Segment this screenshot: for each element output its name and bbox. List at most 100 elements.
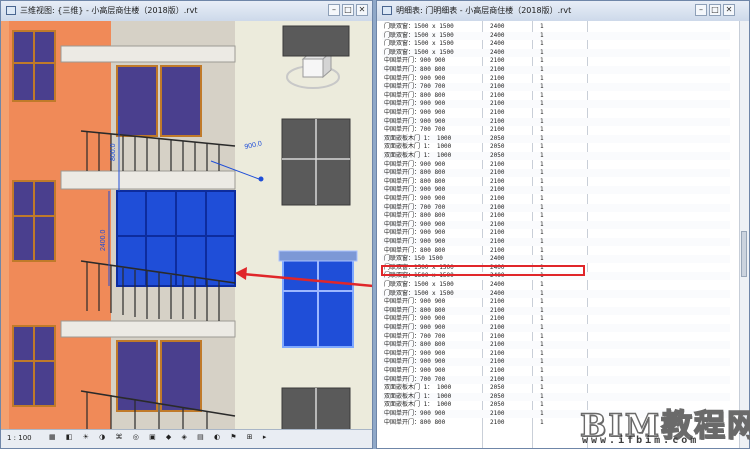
height-cell[interactable]: 2400 [490,49,504,57]
table-row[interactable]: 中国单开门：900 900 2100 1 [382,350,730,358]
height-cell[interactable]: 2100 [490,315,504,323]
height-cell[interactable]: 2050 [490,384,504,392]
table-row[interactable]: 中国单开门：700 700 2100 1 [382,126,730,134]
count-cell[interactable]: 1 [540,238,544,246]
height-cell[interactable]: 2400 [490,255,504,263]
count-cell[interactable]: 1 [540,358,544,366]
height-cell[interactable]: 2050 [490,393,504,401]
type-cell[interactable]: 门联双窗：1500 x 1500 [384,49,454,57]
count-cell[interactable]: 1 [540,169,544,177]
height-cell[interactable]: 2100 [490,247,504,255]
height-cell[interactable]: 2100 [490,92,504,100]
height-cell[interactable]: 2100 [490,376,504,384]
count-cell[interactable]: 1 [540,204,544,212]
schedule-window[interactable]: 明细表: 门明细表 - 小高层商住楼（2018版）.rvt – □ ✕ 门联双窗… [376,0,750,449]
scrollbar-thumb[interactable] [741,231,747,277]
height-cell[interactable]: 2050 [490,143,504,151]
count-cell[interactable]: 1 [540,384,544,392]
type-cell[interactable]: 中国单开门：900 900 [384,298,445,306]
count-cell[interactable]: 1 [540,255,544,263]
count-cell[interactable]: 1 [540,401,544,409]
table-row[interactable]: 门联双窗：1500 x 1500 2400 1 [382,40,730,48]
type-cell[interactable]: 中国单开门：700 700 [384,333,445,341]
table-row[interactable]: 中国单开门：900 900 2100 1 [382,298,730,306]
height-cell[interactable]: 2100 [490,410,504,418]
table-row[interactable]: 中国单开门：900 900 2100 1 [382,57,730,65]
height-cell[interactable]: 2100 [490,178,504,186]
height-cell[interactable]: 2100 [490,307,504,315]
table-row[interactable]: 中国单开门：900 900 2100 1 [382,229,730,237]
type-cell[interactable]: 中国单开门：900 900 [384,118,445,126]
table-row[interactable]: 中国单开门：700 700 2100 1 [382,333,730,341]
height-cell[interactable]: 2100 [490,161,504,169]
type-cell[interactable]: 门联双窗：150 1500 [384,255,443,263]
view-3d-titlebar[interactable]: 三维视图: {三维} - 小高层商住楼（2018版）.rvt – □ ✕ [1,1,372,22]
type-cell[interactable]: 中国单开门：700 700 [384,83,445,91]
count-cell[interactable]: 1 [540,57,544,65]
table-row[interactable]: 中国单开门：900 900 2100 1 [382,161,730,169]
type-cell[interactable]: 中国单开门：800 800 [384,66,445,74]
height-cell[interactable]: 2100 [490,341,504,349]
height-cell[interactable]: 2100 [490,204,504,212]
type-cell[interactable]: 中国单开门：900 900 [384,238,445,246]
table-row[interactable]: 中国单开门：800 800 2100 1 [382,169,730,178]
count-cell[interactable]: 1 [540,49,544,57]
table-row[interactable]: 中国单开门：900 900 2100 1 [382,100,730,109]
type-cell[interactable]: 门联双窗：1500 x 1500 [384,40,454,48]
count-cell[interactable]: 1 [540,333,544,341]
count-cell[interactable]: 1 [540,32,544,40]
height-cell[interactable]: 2050 [490,401,504,409]
count-cell[interactable]: 1 [540,281,544,289]
count-cell[interactable]: 1 [540,100,544,108]
count-cell[interactable]: 1 [540,92,544,100]
height-cell[interactable]: 2400 [490,281,504,289]
count-cell[interactable]: 1 [540,126,544,134]
table-row[interactable]: 门联双窗：150 1500 2400 1 [382,255,730,264]
height-cell[interactable]: 2100 [490,229,504,237]
type-cell[interactable]: 双面嵌板木门 1： 1000 [384,152,451,160]
height-cell[interactable]: 2400 [490,264,504,272]
count-cell[interactable]: 1 [540,350,544,358]
table-row[interactable]: 双面嵌板木门 1： 1000 2050 1 [382,384,730,392]
table-row[interactable]: 中国单开门：700 700 2100 1 [382,203,730,212]
height-cell[interactable]: 2100 [490,195,504,203]
height-cell[interactable]: 2100 [490,66,504,74]
type-cell[interactable]: 双面嵌板木门 1： 1000 [384,143,451,151]
height-cell[interactable]: 2100 [490,75,504,83]
type-cell[interactable]: 中国单开门：900 900 [384,109,445,117]
type-cell[interactable]: 双面嵌板木门 1： 1000 [384,135,451,143]
height-cell[interactable]: 2400 [490,23,504,31]
type-cell[interactable]: 中国单开门：900 900 [384,229,445,237]
type-cell[interactable]: 中国单开门：800 800 [384,307,445,315]
type-cell[interactable]: 中国单开门：700 700 [384,204,445,212]
view-controls-icons[interactable]: ▦ ◧ ☀ ◑ ⌘ ◎ ▣ ◆ ◈ ▤ ◐ ⚑ ⊞ ▸ [49,433,270,441]
type-cell[interactable]: 中国单开门：900 900 [384,315,445,323]
count-cell[interactable]: 1 [540,212,544,220]
table-row[interactable]: 中国单开门：900 900 2100 1 [382,195,730,203]
count-cell[interactable]: 1 [540,367,544,375]
count-cell[interactable]: 1 [540,341,544,349]
table-row[interactable]: 门联双窗：1500 x 1500 2400 1 [382,281,730,289]
table-row[interactable]: 中国单开门：900 900 2100 1 [382,315,730,323]
minimize-button[interactable]: – [328,4,340,16]
count-cell[interactable]: 1 [540,186,544,194]
table-row[interactable]: 中国单开门：900 900 2100 1 [382,324,730,332]
minimize-button[interactable]: – [695,4,707,16]
type-cell[interactable]: 中国单开门：700 700 [384,376,445,384]
type-cell[interactable]: 中国单开门：800 800 [384,169,445,177]
table-row[interactable]: 双面嵌板木门 1： 1000 2050 1 [382,152,730,160]
count-cell[interactable]: 1 [540,178,544,186]
table-row[interactable]: 中国单开门：800 800 2100 1 [382,341,730,350]
height-cell[interactable]: 2400 [490,290,504,298]
table-row[interactable]: 中国单开门：900 900 2100 1 [382,75,730,83]
height-cell[interactable]: 2100 [490,333,504,341]
type-cell[interactable]: 门联双窗：1500 x 1500 [384,272,454,280]
count-cell[interactable]: 1 [540,152,544,160]
type-cell[interactable]: 门联双窗：1500 x 1500 [384,23,454,31]
type-cell[interactable]: 中国单开门：800 800 [384,212,445,220]
view-3d-window[interactable]: 三维视图: {三维} - 小高层商住楼（2018版）.rvt – □ ✕ 240… [0,0,373,449]
table-row[interactable]: 门联双窗：1500 x 1500 2400 1 [382,48,730,57]
type-cell[interactable]: 中国单开门：800 800 [384,92,445,100]
height-cell[interactable]: 2100 [490,118,504,126]
height-cell[interactable]: 2050 [490,152,504,160]
